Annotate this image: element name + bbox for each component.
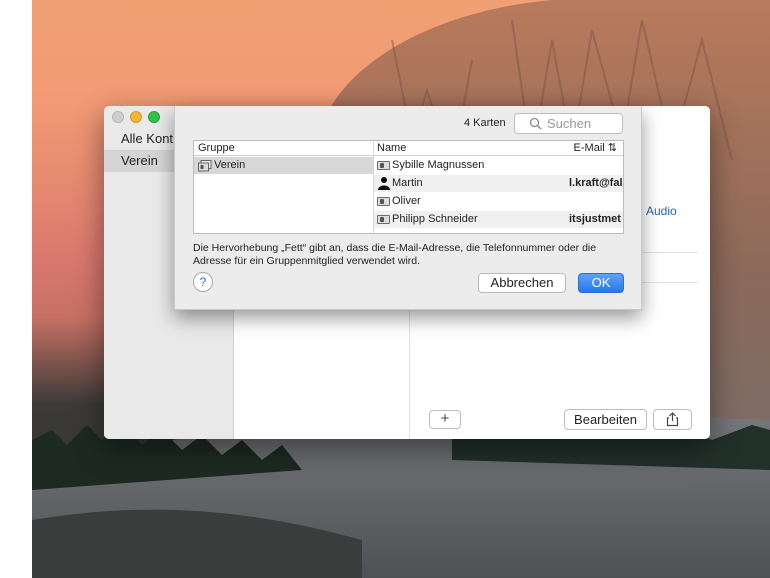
contact-name: Sybille Magnussen [392, 159, 485, 171]
contact-card-icon [377, 161, 390, 170]
cancel-button[interactable]: Abbrechen [478, 273, 566, 293]
zoom-window-button[interactable] [148, 111, 160, 123]
contact-row[interactable]: Philipp Schneider itsjustmet [374, 211, 623, 228]
contact-row[interactable]: Oliver [374, 193, 623, 210]
share-icon [666, 412, 679, 427]
close-window-button[interactable] [112, 111, 124, 123]
contact-row[interactable]: Martin l.kraft@fal [374, 175, 623, 192]
card-count: 4 Karten [464, 117, 506, 129]
bold-highlight-info-text: Die Hervorhebung „Fett“ gibt an, dass di… [193, 242, 597, 267]
email-column-header[interactable]: E-Mail ⇅ [574, 141, 617, 156]
group-column: Gruppe Verein [194, 141, 374, 233]
email-header-label: E-Mail [573, 142, 605, 154]
search-icon [529, 117, 542, 130]
group-icon [198, 160, 212, 172]
name-header-label: Name [377, 142, 407, 154]
search-placeholder: Suchen [547, 116, 592, 131]
contact-name: Philipp Schneider [392, 213, 478, 225]
person-icon [378, 177, 390, 190]
audio-call-link[interactable]: Audio [646, 204, 677, 218]
search-field[interactable]: Suchen [514, 113, 623, 134]
contact-card-icon [377, 215, 390, 224]
sidebar-item-all-contacts[interactable]: Alle Kont [121, 131, 173, 146]
contact-name: Martin [392, 177, 423, 189]
edit-button[interactable]: Bearbeiten [564, 409, 647, 430]
sort-updown-icon: ⇅ [607, 142, 617, 154]
group-row-verein[interactable]: Verein [194, 157, 373, 174]
ok-button[interactable]: OK [578, 273, 624, 293]
group-label: Verein [214, 159, 246, 171]
group-column-header[interactable]: Gruppe [194, 141, 373, 156]
contact-email: l.kraft@fal [569, 177, 623, 189]
sidebar-item-label: Verein [121, 153, 158, 168]
help-button[interactable]: ? [193, 272, 213, 292]
contact-email: itsjustmet [569, 213, 621, 225]
contact-table: Gruppe Verein Name E-Mail ⇅ Sybille Magn… [193, 140, 624, 234]
contact-name: Oliver [392, 195, 421, 207]
contact-row[interactable]: Sybille Magnussen [374, 157, 623, 174]
name-column-header[interactable]: Name E-Mail ⇅ [374, 141, 623, 156]
add-group-member-sheet: 4 Karten Suchen Gruppe Verein Name E-Mai… [174, 106, 642, 310]
share-button[interactable] [653, 409, 692, 430]
contact-card-icon [377, 197, 390, 206]
minimize-window-button[interactable] [130, 111, 142, 123]
